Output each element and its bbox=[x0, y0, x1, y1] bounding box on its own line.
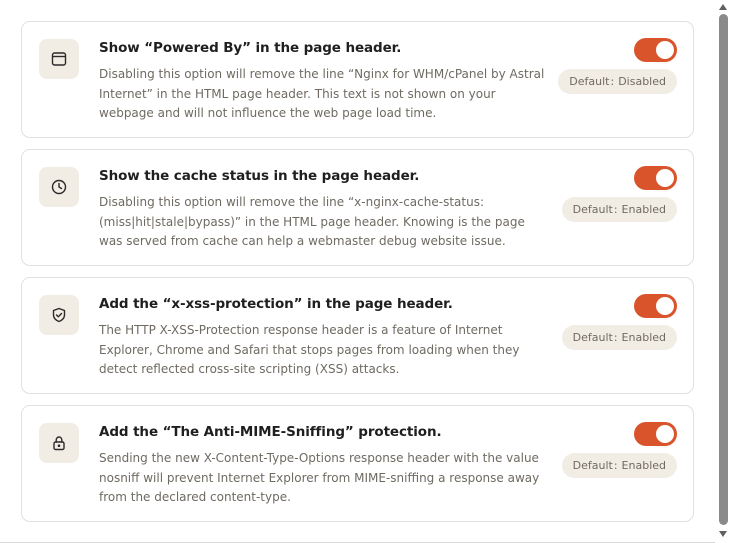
browser-window-icon bbox=[39, 39, 79, 79]
toggle-knob bbox=[656, 297, 674, 315]
setting-title: Show “Powered By” in the page header. bbox=[99, 40, 402, 56]
clock-icon bbox=[39, 167, 79, 207]
setting-title: Show the cache status in the page header… bbox=[99, 168, 420, 184]
vertical-scrollbar[interactable] bbox=[715, 0, 732, 543]
default-badge: Default: Enabled bbox=[561, 453, 677, 478]
default-label: Default bbox=[569, 75, 610, 88]
powered-by-toggle[interactable] bbox=[634, 38, 677, 62]
setting-description: Sending the new X-Content-Type-Options r… bbox=[99, 451, 540, 504]
setting-card-anti-mime-sniffing: Add the “The Anti-MIME-Sniffing” protect… bbox=[21, 405, 694, 522]
anti-mime-sniffing-toggle[interactable] bbox=[634, 422, 677, 446]
shield-check-icon bbox=[39, 295, 79, 335]
default-value: Enabled bbox=[621, 459, 666, 472]
default-badge: Default: Enabled bbox=[561, 197, 677, 222]
settings-list: Show “Powered By” in the page header. Di… bbox=[21, 21, 694, 533]
setting-description: Disabling this option will remove the li… bbox=[99, 67, 545, 120]
scroll-down-arrow-icon[interactable] bbox=[719, 531, 727, 537]
default-label: Default bbox=[572, 459, 613, 472]
default-value: Enabled bbox=[621, 203, 666, 216]
default-value: Disabled bbox=[618, 75, 666, 88]
toggle-knob bbox=[656, 41, 674, 59]
setting-description: Disabling this option will remove the li… bbox=[99, 195, 525, 248]
default-badge: Default: Enabled bbox=[561, 325, 677, 350]
setting-card-powered-by: Show “Powered By” in the page header. Di… bbox=[21, 21, 694, 138]
cache-status-toggle[interactable] bbox=[634, 166, 677, 190]
default-label: Default bbox=[572, 331, 613, 344]
default-value: Enabled bbox=[621, 331, 666, 344]
setting-card-xss-protection: Add the “x-xss-protection” in the page h… bbox=[21, 277, 694, 394]
setting-description: The HTTP X-XSS-Protection response heade… bbox=[99, 323, 520, 376]
setting-title: Add the “x-xss-protection” in the page h… bbox=[99, 296, 453, 312]
lock-icon bbox=[39, 423, 79, 463]
default-badge: Default: Disabled bbox=[558, 69, 677, 94]
setting-card-cache-status: Show the cache status in the page header… bbox=[21, 149, 694, 266]
xss-protection-toggle[interactable] bbox=[634, 294, 677, 318]
setting-title: Add the “The Anti-MIME-Sniffing” protect… bbox=[99, 424, 442, 440]
settings-page: Show “Powered By” in the page header. Di… bbox=[0, 0, 732, 543]
default-label: Default bbox=[572, 203, 613, 216]
scroll-up-arrow-icon[interactable] bbox=[719, 4, 727, 10]
toggle-knob bbox=[656, 425, 674, 443]
toggle-knob bbox=[656, 169, 674, 187]
scrollbar-thumb[interactable] bbox=[719, 14, 728, 525]
